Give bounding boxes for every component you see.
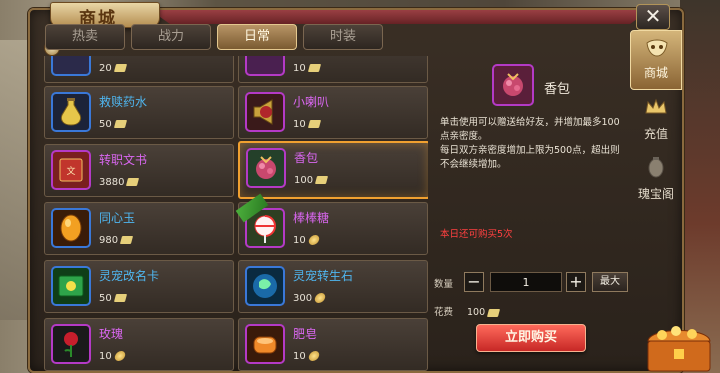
tab-power[interactable]: 战力 xyxy=(131,24,211,50)
coupon-icon xyxy=(113,120,127,128)
soap-icon xyxy=(245,324,285,364)
side-nav: 商城 充值 瑰宝阁 xyxy=(630,30,682,210)
treasure-chest-icon xyxy=(647,326,711,372)
item-card[interactable]: 玫瑰 10 xyxy=(44,318,234,371)
lantern-icon xyxy=(648,157,664,178)
decorative-ribbon xyxy=(150,10,650,24)
coupon-icon xyxy=(113,64,127,72)
coupon-icon xyxy=(315,176,329,184)
gold-coin-icon xyxy=(307,235,321,245)
item-price: 100 xyxy=(294,175,314,186)
item-price: 10 xyxy=(293,235,306,246)
item-card[interactable]: 同心玉 980 xyxy=(44,202,234,255)
item-card[interactable]: 肥皂 10 xyxy=(238,318,428,371)
item-card[interactable]: 灵宠改名卡 50 xyxy=(44,260,234,313)
jade-icon xyxy=(51,208,91,248)
coupon-icon xyxy=(126,178,140,186)
side-item-mall[interactable]: 商城 xyxy=(630,30,682,90)
item-grid: 20 10 救赎药水 50 小喇叭 10 文 转职文书 3880 香包 100 xyxy=(44,56,428,373)
item-price: 20 xyxy=(99,63,112,74)
item-price: 50 xyxy=(99,293,112,304)
item-card[interactable]: 棒棒糖 10 xyxy=(235,193,428,255)
item-name: 肥皂 xyxy=(293,327,318,341)
close-button[interactable]: ✕ xyxy=(636,4,670,30)
item-price: 3880 xyxy=(99,177,125,188)
mask-icon xyxy=(646,39,668,57)
side-item-label: 商城 xyxy=(643,66,668,80)
side-item-label: 充值 xyxy=(643,127,668,141)
rename-card-icon xyxy=(51,266,91,306)
tab-daily[interactable]: 日常 xyxy=(217,24,297,50)
description-line: 单击使用可以赠送给好友，并增加最多100点亲密度。 xyxy=(440,117,620,142)
item-name: 香包 xyxy=(294,151,319,165)
coupon-icon xyxy=(120,236,134,244)
coupon-icon xyxy=(487,308,501,317)
item-price: 300 xyxy=(293,293,313,304)
quantity-label: 数量 xyxy=(434,279,454,290)
item-price: 10 xyxy=(99,351,112,362)
item-name: 灵宠转生石 xyxy=(293,269,354,283)
rose-icon xyxy=(51,324,91,364)
item-name: 灵宠改名卡 xyxy=(99,269,160,283)
item-price: 10 xyxy=(293,63,306,74)
scroll-icon: 文 xyxy=(51,150,91,190)
coupon-icon xyxy=(307,64,321,72)
item-card[interactable]: 20 xyxy=(44,56,234,83)
potion-icon xyxy=(51,92,91,132)
detail-item-name: 香包 xyxy=(544,82,571,97)
item-card[interactable]: 救赎药水 50 xyxy=(44,86,234,139)
daily-limit-text: 本日还可购买5次 xyxy=(440,229,513,240)
description-line: 每日双方亲密度增加上限为500点，超出则不会继续增加。 xyxy=(440,145,620,170)
coupon-icon xyxy=(307,120,321,128)
item-detail-panel: 香包 单击使用可以赠送给好友，并增加最多100点亲密度。 每日双方亲密度增加上限… xyxy=(432,56,628,373)
item-name: 棒棒糖 xyxy=(293,211,330,225)
item-name: 救赎药水 xyxy=(99,95,148,109)
cost-row: 花费 100 xyxy=(434,304,501,318)
cost-label: 花费 xyxy=(434,307,454,318)
item-price: 10 xyxy=(293,351,306,362)
svg-text:文: 文 xyxy=(66,165,75,177)
item-icon xyxy=(51,56,91,76)
background-scene xyxy=(680,0,720,373)
item-card[interactable]: 10 xyxy=(238,56,428,83)
item-price: 50 xyxy=(99,119,112,130)
item-icon xyxy=(245,56,285,76)
item-card[interactable]: 灵宠转生石 300 xyxy=(238,260,428,313)
item-name: 转职文书 xyxy=(99,153,148,167)
decrease-button[interactable]: − xyxy=(464,272,484,292)
item-name: 小喇叭 xyxy=(293,95,330,109)
tab-hot[interactable]: 热卖 xyxy=(45,24,125,50)
side-item-treasure[interactable]: 瑰宝阁 xyxy=(630,150,682,210)
category-tabs: 热卖 战力 日常 时装 xyxy=(45,24,383,50)
quantity-stepper: 数量 − + 最大 xyxy=(434,272,628,294)
quantity-input[interactable] xyxy=(490,272,562,292)
cost-value: 100 xyxy=(467,307,486,318)
gold-coin-icon xyxy=(113,351,127,361)
item-price: 10 xyxy=(293,119,306,130)
item-card[interactable]: 文 转职文书 3880 xyxy=(44,144,234,197)
horn-icon xyxy=(245,92,285,132)
tab-fashion[interactable]: 时装 xyxy=(303,24,383,50)
sachet-icon xyxy=(492,64,534,106)
coupon-icon xyxy=(113,294,127,302)
item-price: 980 xyxy=(99,235,119,246)
crown-icon xyxy=(645,98,667,114)
rebirth-stone-icon xyxy=(245,266,285,306)
item-name: 同心玉 xyxy=(99,211,136,225)
max-button[interactable]: 最大 xyxy=(592,272,628,292)
side-item-label: 瑰宝阁 xyxy=(637,187,674,201)
gold-coin-icon xyxy=(307,351,321,361)
side-item-recharge[interactable]: 充值 xyxy=(630,90,682,150)
gold-coin-icon xyxy=(313,293,327,303)
item-card[interactable]: 小喇叭 10 xyxy=(238,86,428,139)
sachet-icon xyxy=(246,148,286,188)
buy-now-button[interactable]: 立即购买 xyxy=(476,324,586,352)
item-card-selected[interactable]: 香包 100 xyxy=(238,141,428,199)
item-name: 玫瑰 xyxy=(99,327,124,341)
detail-description: 单击使用可以赠送给好友，并增加最多100点亲密度。 每日双方亲密度增加上限为50… xyxy=(440,116,626,172)
increase-button[interactable]: + xyxy=(566,272,586,292)
